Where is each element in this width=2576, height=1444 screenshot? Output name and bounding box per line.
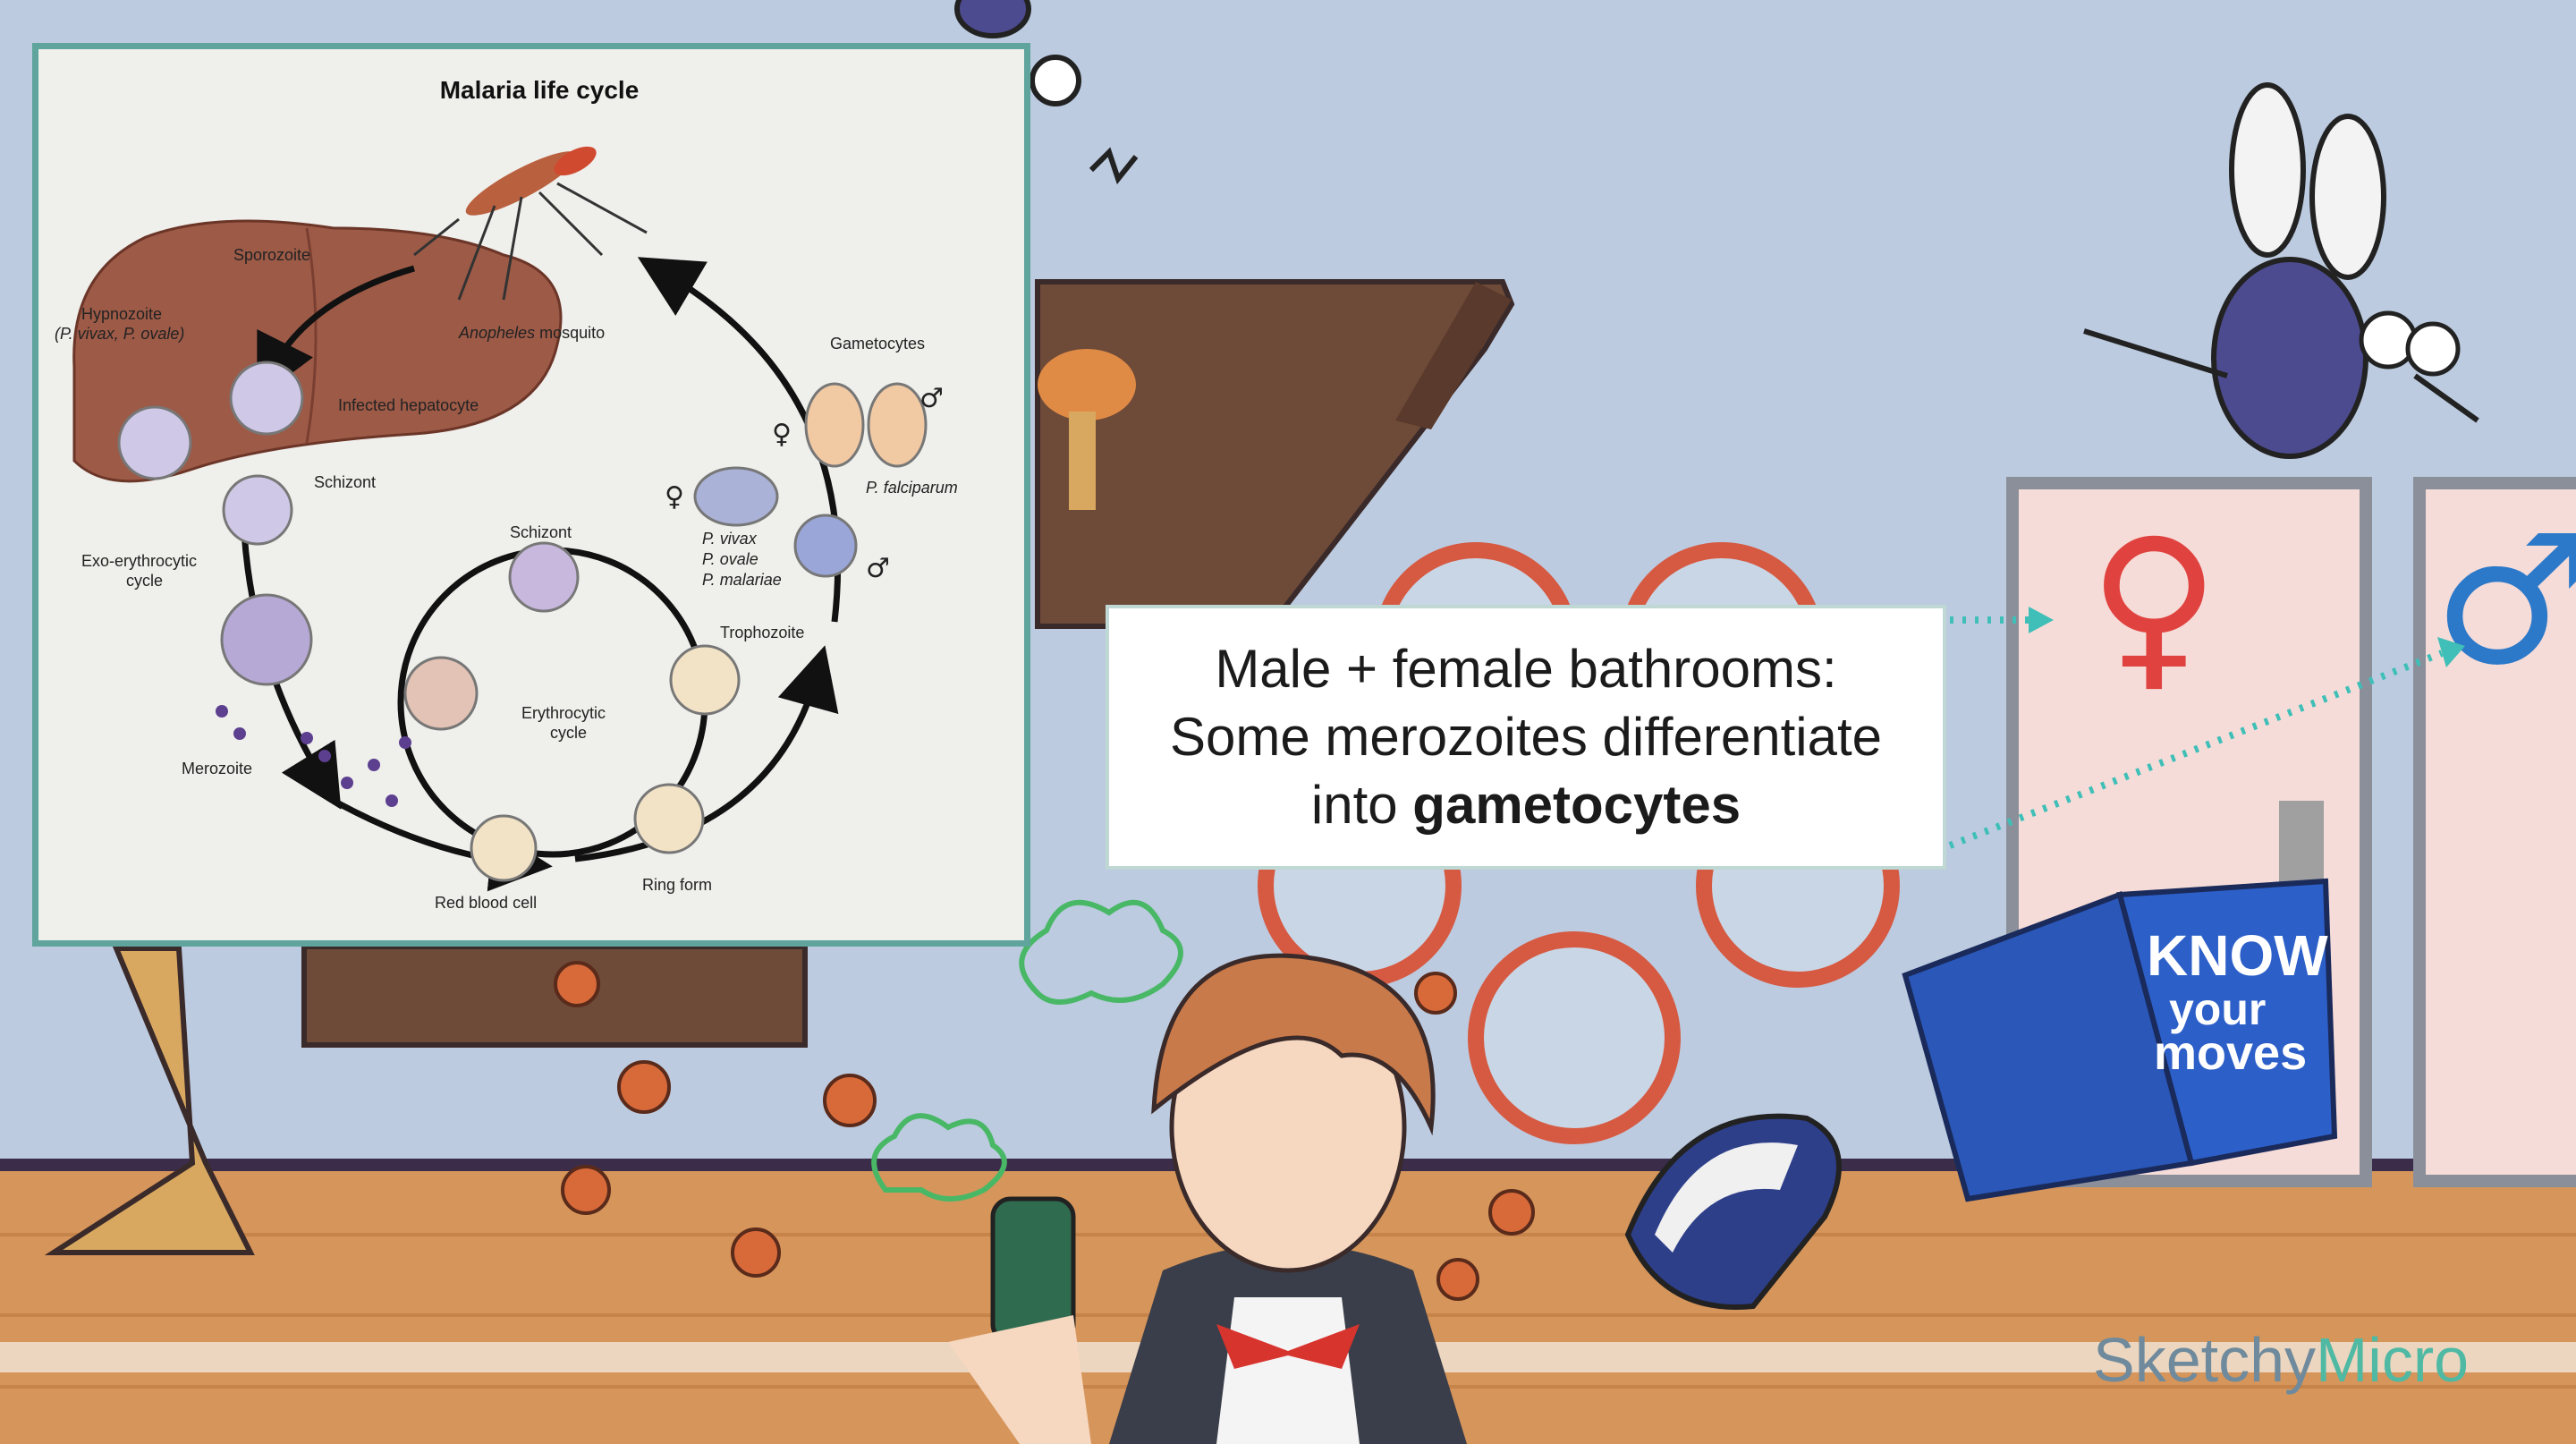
label-erythrocytic-cycle-2: cycle <box>550 724 587 742</box>
label-hypnozoite: Hypnozoite <box>81 305 162 323</box>
female-symbol-icon: ♀ <box>2089 501 2219 709</box>
caption-line-1: Male + female bathrooms: <box>1215 639 1837 699</box>
malaria-life-cycle-panel: Malaria life cycle Sporozoite Anopheles … <box>32 43 1030 947</box>
svg-text:moves: moves <box>2154 1026 2307 1080</box>
label-gametocytes: Gametocytes <box>830 335 925 353</box>
female-symbol-icon: ♀ <box>665 481 684 513</box>
label-schizont-blood: Schizont <box>510 523 572 541</box>
label-p-ovale: P. ovale <box>702 550 758 568</box>
label-mosquito: Anopheles mosquito <box>458 324 605 342</box>
diagram-title: Malaria life cycle <box>440 76 640 104</box>
label-trophozoite: Trophozoite <box>720 624 804 641</box>
label-erythrocytic-cycle: Erythrocytic <box>521 704 606 722</box>
male-symbol-icon: ♂ <box>866 553 890 584</box>
label-exo-cycle: Exo-erythrocytic <box>81 552 197 570</box>
label-merozoite: Merozoite <box>182 760 252 777</box>
brand-watermark: Sketchy Micro <box>2093 1311 2469 1409</box>
svg-text:KNOW: KNOW <box>2147 923 2328 988</box>
brand-part-1: Sketchy <box>2093 1325 2316 1395</box>
label-p-falciparum: P. falciparum <box>866 479 958 497</box>
male-symbol-icon: ♂ <box>2433 497 2576 705</box>
label-red-blood-cell: Red blood cell <box>435 894 537 912</box>
label-exo-cycle-2: cycle <box>126 572 163 590</box>
label-p-vivax: P. vivax <box>702 530 758 548</box>
label-sporozoite: Sporozoite <box>233 246 310 264</box>
label-p-malariae: P. malariae <box>702 571 782 589</box>
caption-box: Male + female bathrooms: Some merozoites… <box>1106 605 1946 870</box>
label-schizont-liver: Schizont <box>314 473 376 491</box>
caption-line-2: Some merozoites differentiate <box>1170 707 1882 767</box>
caption-line-3: into gametocytes <box>1310 775 1741 835</box>
life-cycle-diagram: Malaria life cycle Sporozoite Anopheles … <box>55 76 958 912</box>
caption-keyword: gametocytes <box>1412 775 1741 835</box>
brand-part-2: Micro <box>2316 1325 2470 1395</box>
female-symbol-icon: ♀ <box>772 419 792 450</box>
label-ring-form: Ring form <box>642 876 712 894</box>
label-hypnozoite-species: (P. vivax, P. ovale) <box>55 325 184 343</box>
male-symbol-icon: ♂ <box>919 383 944 414</box>
label-infected-hepatocyte: Infected hepatocyte <box>338 396 479 414</box>
